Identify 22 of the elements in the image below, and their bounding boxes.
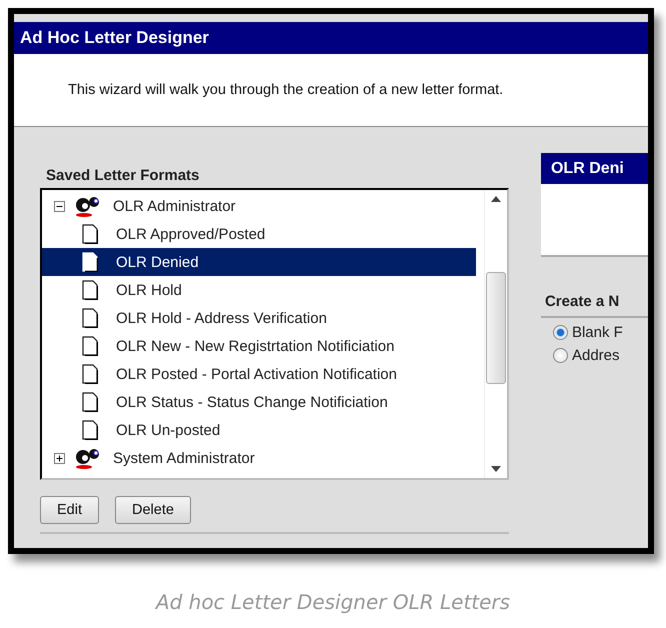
tree-item[interactable]: OLR Denied: [42, 248, 476, 276]
tree-item[interactable]: OLR Un-posted: [42, 416, 476, 444]
section-label: Create a N: [540, 293, 648, 318]
action-button[interactable]: Delete: [115, 496, 191, 524]
tree-group[interactable]: System Administrator: [113, 450, 255, 466]
option-label: Addres: [572, 347, 620, 364]
tree-item[interactable]: OLR Hold: [42, 276, 476, 304]
section-label: Saved Letter Formats: [46, 167, 200, 184]
tree-item[interactable]: OLR Hold - Address Verification: [42, 304, 476, 332]
option-label: Blank F: [572, 324, 623, 341]
action-button[interactable]: Edit: [40, 496, 99, 524]
window-title: Ad Hoc Letter Designer: [14, 22, 648, 54]
tree-item[interactable]: OLR Approved/Posted: [42, 220, 476, 248]
panel-title: OLR Deni: [540, 153, 648, 184]
figure-caption: Ad hoc Letter Designer OLR Letters: [154, 590, 512, 614]
tree-group[interactable]: OLR Administrator: [113, 198, 236, 214]
tree-item[interactable]: OLR Posted - Portal Activation Notification: [42, 360, 476, 388]
radio-option[interactable]: Blank F: [552, 324, 648, 341]
tree-item[interactable]: OLR New - New Registrtation Notificiation: [42, 332, 476, 360]
radio-option[interactable]: Addres: [552, 347, 648, 364]
intro-text: This wizard will walk you through the creation of a new letter format.: [14, 54, 648, 127]
tree-item[interactable]: OLR Status - Status Change Notificiation: [42, 388, 476, 416]
